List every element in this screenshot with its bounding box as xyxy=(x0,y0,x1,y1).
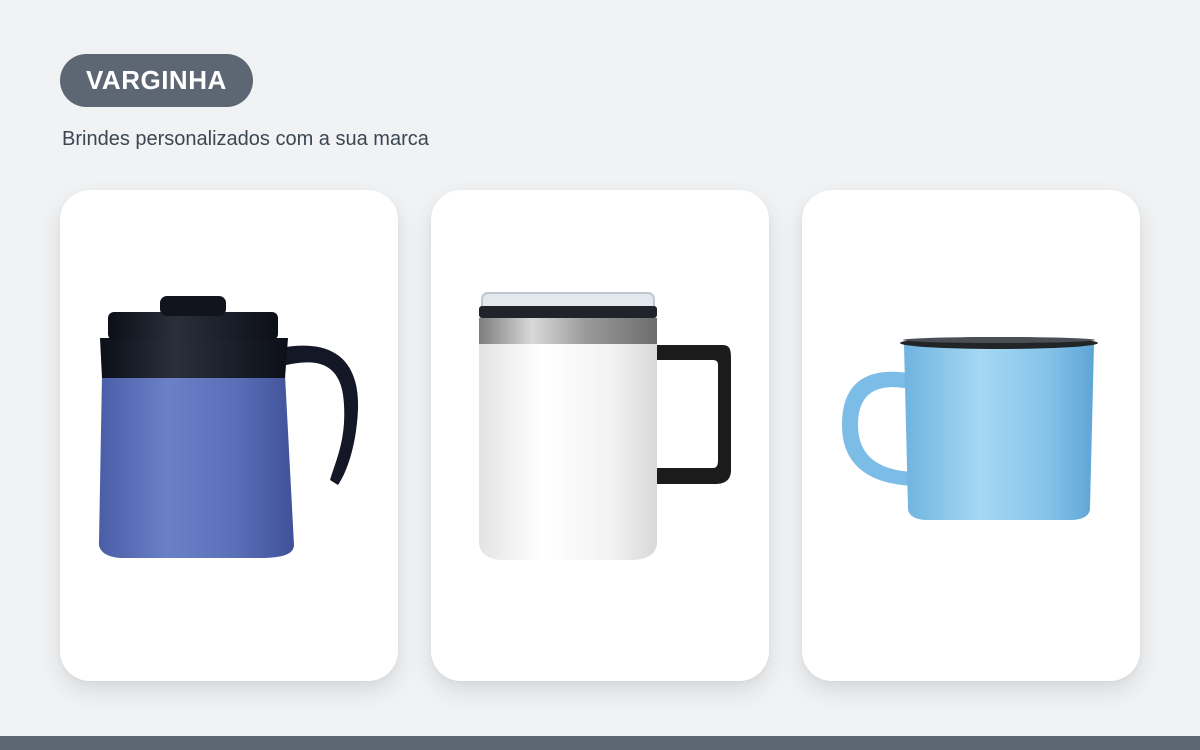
white-steel-mug-image xyxy=(479,292,731,560)
light-blue-enamel-mug-image xyxy=(842,337,1098,520)
page-subtitle: Brindes personalizados com a sua marca xyxy=(62,128,429,150)
product-card-light-blue-enamel-mug[interactable] xyxy=(802,190,1140,681)
footer-bar xyxy=(0,736,1200,750)
blue-thermal-mug-image xyxy=(98,296,359,558)
location-badge: VARGINHA xyxy=(60,54,253,107)
product-card-white-steel-mug[interactable] xyxy=(431,190,769,681)
product-card-blue-thermal-mug[interactable] xyxy=(60,190,398,681)
